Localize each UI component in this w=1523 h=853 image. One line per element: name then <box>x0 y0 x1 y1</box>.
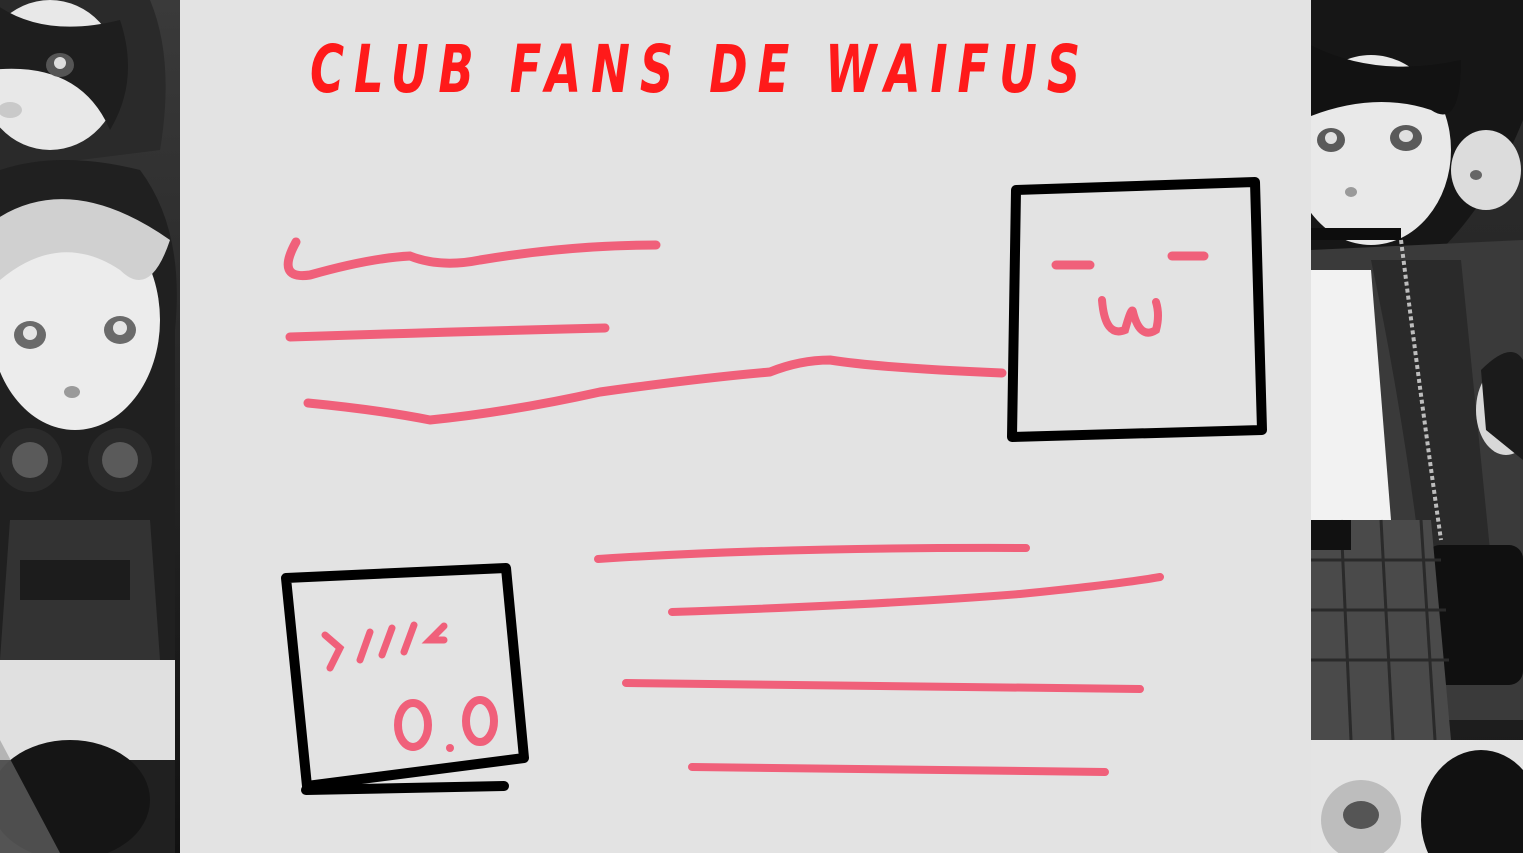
eye-dot <box>446 744 454 752</box>
anime-illustration-left-icon <box>0 0 180 853</box>
left-illustration-panel <box>0 0 180 853</box>
scribble-line <box>285 323 610 342</box>
face-box-lower <box>281 563 529 795</box>
eye-right-o <box>462 696 498 746</box>
scribble-line <box>594 543 1030 563</box>
scribble-line <box>668 573 1164 616</box>
sketch-layer: CLUB FANS DE WAIFUS <box>281 31 1267 795</box>
blush-marks <box>321 621 448 672</box>
scribble-line <box>303 355 1007 425</box>
page-title: CLUB FANS DE WAIFUS <box>310 31 1090 108</box>
anime-illustration-right-icon <box>1311 0 1523 853</box>
mouth-w <box>1098 296 1162 337</box>
text-placeholder-lines-upper <box>283 237 1007 425</box>
text-placeholder-lines-lower <box>594 543 1164 776</box>
drawing-canvas: CLUB FANS DE WAIFUS <box>180 0 1311 853</box>
face-box-upper <box>1007 177 1267 442</box>
right-illustration-panel <box>1311 0 1523 853</box>
scribble-line <box>283 237 661 281</box>
scribble-line <box>622 679 1144 693</box>
scribble-line <box>688 763 1109 776</box>
eye-left-o <box>394 699 432 751</box>
